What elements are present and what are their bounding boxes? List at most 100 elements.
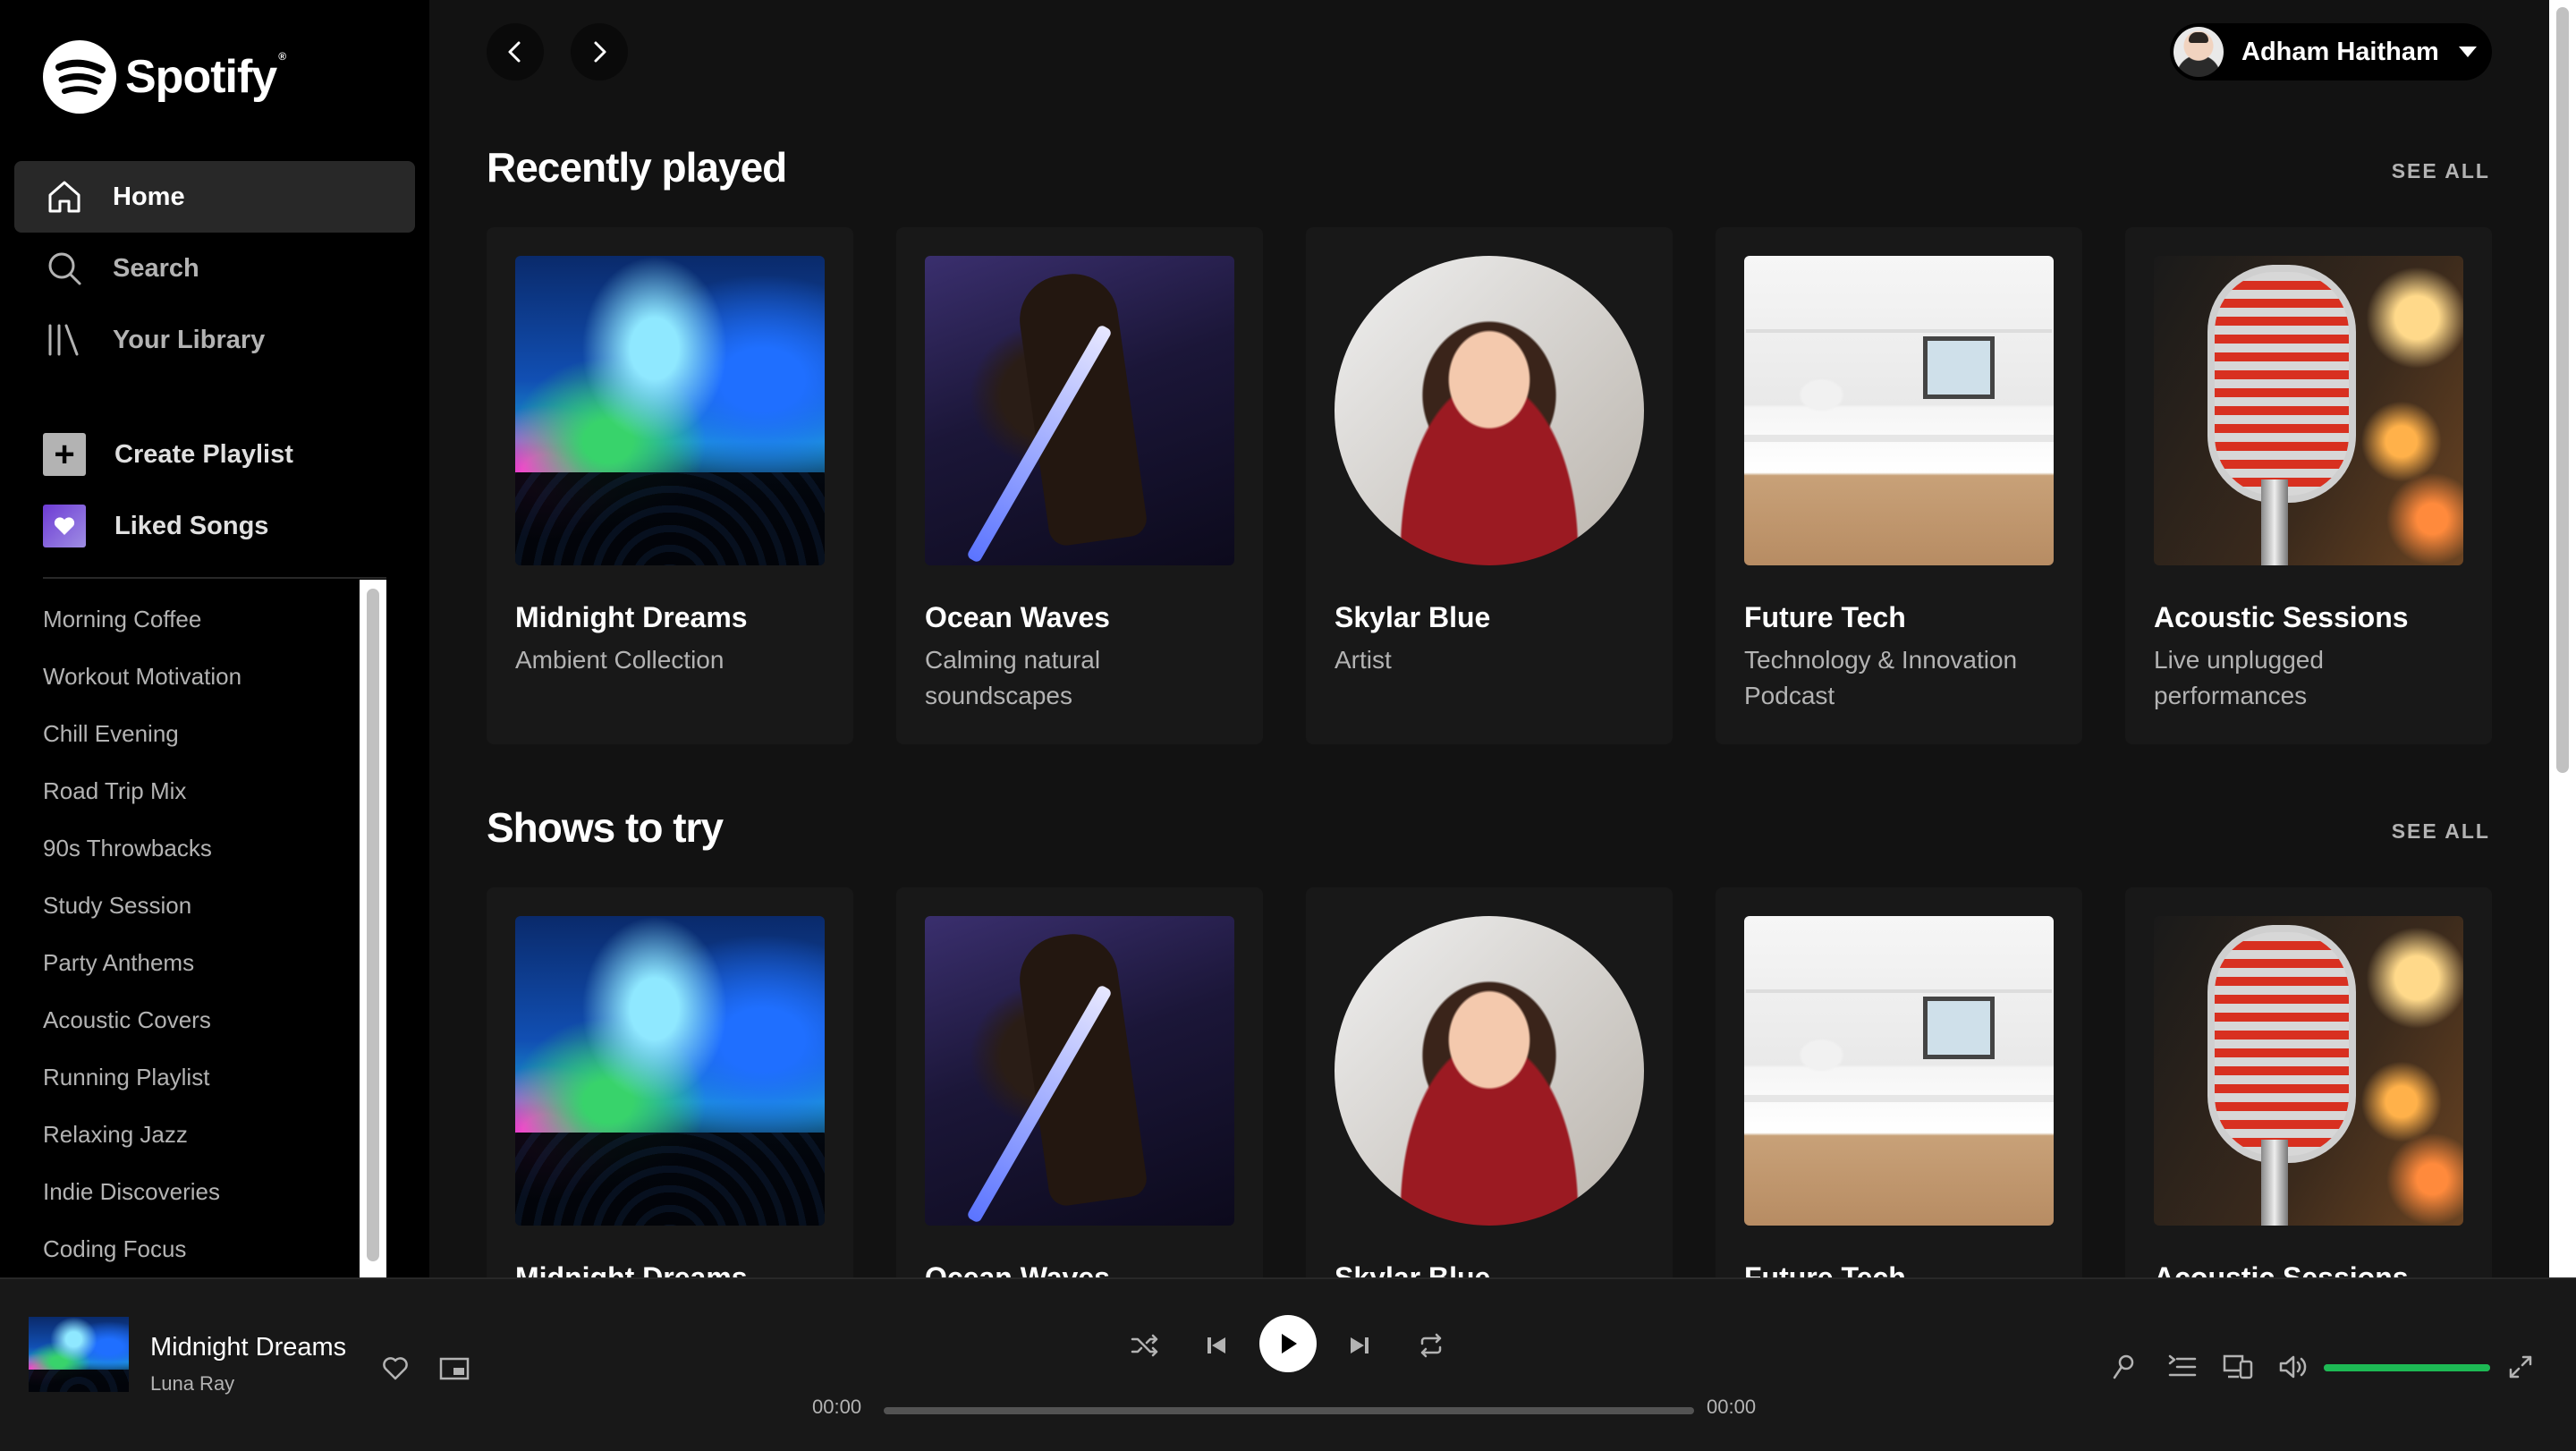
card-title: Future Tech xyxy=(1744,1261,1906,1277)
media-card[interactable]: Future Tech xyxy=(1716,887,2082,1277)
card-title: Skylar Blue xyxy=(1335,1261,1491,1277)
shuffle-button[interactable] xyxy=(1129,1329,1161,1362)
progress-bar[interactable] xyxy=(884,1407,1694,1414)
devices-icon xyxy=(2223,1354,2253,1379)
volume-slider[interactable] xyxy=(2324,1364,2490,1371)
see-all-recently-played[interactable]: SEE ALL xyxy=(2392,159,2490,183)
liked-songs-button[interactable]: Liked Songs xyxy=(43,490,401,562)
card-subtitle: Ambient Collection xyxy=(515,646,724,674)
spotify-logo-icon xyxy=(43,40,116,114)
playlist-item[interactable]: Acoustic Covers xyxy=(43,991,356,1048)
picture-in-picture-icon xyxy=(439,1357,470,1380)
playlist-item[interactable]: Chill Evening xyxy=(43,705,356,762)
playlist-item[interactable]: 90s Throwbacks xyxy=(43,819,356,877)
playlist-item[interactable]: Indie Discoveries xyxy=(43,1163,356,1220)
sidebar-scrollbar[interactable] xyxy=(360,580,386,1277)
main-scrollbar-thumb[interactable] xyxy=(2556,7,2569,773)
queue-icon xyxy=(2168,1354,2197,1377)
section-title-shows-to-try: Shows to try xyxy=(487,804,724,851)
nav-search[interactable]: Search xyxy=(14,233,415,304)
spotify-logo[interactable]: Spotify ® xyxy=(43,39,286,115)
library-icon xyxy=(45,320,84,360)
devices-button[interactable] xyxy=(2222,1351,2254,1383)
now-playing-artwork[interactable] xyxy=(29,1317,129,1392)
next-button[interactable] xyxy=(1343,1329,1376,1362)
now-playing-title[interactable]: Midnight Dreams xyxy=(150,1333,346,1362)
create-playlist-button[interactable]: + Create Playlist xyxy=(43,419,401,490)
card-subtitle: Live unplugged performances xyxy=(2154,646,2324,709)
search-icon xyxy=(45,249,84,288)
nav-home-label: Home xyxy=(113,182,185,211)
playlist-item[interactable]: Road Trip Mix xyxy=(43,762,356,819)
shows-to-try-row: Midnight Dreams Ocean Waves Skylar Blue … xyxy=(487,887,2492,1277)
playlist-list: Morning Coffee Workout Motivation Chill … xyxy=(43,590,356,1277)
playlist-item[interactable]: Morning Coffee xyxy=(43,590,356,648)
create-playlist-label: Create Playlist xyxy=(114,439,293,469)
fullscreen-button[interactable] xyxy=(2504,1351,2537,1383)
card-subtitle: Artist xyxy=(1335,646,1392,674)
media-card[interactable]: Acoustic Sessions xyxy=(2125,887,2492,1277)
card-artwork xyxy=(1744,256,2054,565)
media-card[interactable]: Skylar Blue Artist xyxy=(1306,227,1673,744)
miniplayer-button[interactable] xyxy=(438,1353,470,1385)
volume-icon xyxy=(2279,1355,2307,1379)
card-title: Future Tech xyxy=(1744,601,1906,633)
skip-back-icon xyxy=(1208,1337,1225,1353)
card-title: Acoustic Sessions xyxy=(2154,601,2409,633)
card-title: Acoustic Sessions xyxy=(2154,1261,2409,1277)
media-card[interactable]: Acoustic Sessions Live unplugged perform… xyxy=(2125,227,2492,744)
media-card[interactable]: Midnight Dreams xyxy=(487,887,853,1277)
like-button[interactable] xyxy=(379,1353,411,1385)
chevron-left-icon xyxy=(508,41,521,63)
media-card[interactable]: Midnight Dreams Ambient Collection xyxy=(487,227,853,744)
playlist-item[interactable]: Workout Motivation xyxy=(43,648,356,705)
playlist-item[interactable]: Study Session xyxy=(43,877,356,934)
media-card[interactable]: Ocean Waves Calming natural soundscapes xyxy=(896,227,1263,744)
card-artwork xyxy=(1744,916,2054,1226)
playlist-item[interactable]: Relaxing Jazz xyxy=(43,1106,356,1163)
media-card[interactable]: Future Tech Technology & Innovation Podc… xyxy=(1716,227,2082,744)
nav-search-label: Search xyxy=(113,253,199,283)
main-nav: Home Search Your Library xyxy=(14,161,415,376)
microphone-icon xyxy=(2113,1354,2134,1379)
card-subtitle: Technology & Innovation Podcast xyxy=(1744,646,2018,709)
card-title: Midnight Dreams xyxy=(515,1261,748,1277)
user-menu[interactable]: Adham Haitham xyxy=(2170,23,2492,81)
skip-forward-icon xyxy=(1351,1337,1368,1353)
see-all-shows-to-try[interactable]: SEE ALL xyxy=(2392,819,2490,844)
playlist-item[interactable]: Coding Focus xyxy=(43,1220,356,1277)
queue-button[interactable] xyxy=(2166,1351,2199,1383)
card-title: Skylar Blue xyxy=(1335,601,1491,633)
forward-button[interactable] xyxy=(571,23,628,81)
card-artwork xyxy=(2154,256,2463,565)
avatar xyxy=(2174,27,2224,77)
shuffle-icon xyxy=(1131,1334,1158,1357)
chevron-right-icon xyxy=(594,41,606,63)
sidebar-scrollbar-thumb[interactable] xyxy=(367,589,379,1261)
previous-button[interactable] xyxy=(1200,1329,1233,1362)
play-icon xyxy=(1282,1334,1297,1353)
player-bar: Midnight Dreams Luna Ray 00:00 00:00 xyxy=(0,1277,2576,1451)
user-name: Adham Haitham xyxy=(2241,37,2439,66)
repeat-button[interactable] xyxy=(1415,1329,1447,1362)
media-card[interactable]: Ocean Waves xyxy=(896,887,1263,1277)
volume-slider-fill xyxy=(2324,1364,2490,1371)
playlist-item[interactable]: Running Playlist xyxy=(43,1048,356,1106)
nav-library[interactable]: Your Library xyxy=(14,304,415,376)
sidebar-actions: + Create Playlist Liked Songs xyxy=(43,419,401,562)
card-artwork xyxy=(515,916,825,1226)
main-scrollbar[interactable] xyxy=(2549,0,2576,1277)
card-artwork xyxy=(1335,916,1644,1226)
volume-button[interactable] xyxy=(2277,1351,2309,1383)
nav-home[interactable]: Home xyxy=(14,161,415,233)
card-title: Ocean Waves xyxy=(925,1261,1110,1277)
back-button[interactable] xyxy=(487,23,544,81)
card-artwork xyxy=(925,916,1234,1226)
card-artwork xyxy=(925,256,1234,565)
card-artwork xyxy=(1335,256,1644,565)
now-playing-artist[interactable]: Luna Ray xyxy=(150,1372,234,1396)
lyrics-button[interactable] xyxy=(2107,1351,2140,1383)
playlist-item[interactable]: Party Anthems xyxy=(43,934,356,991)
play-button[interactable] xyxy=(1259,1315,1317,1372)
media-card[interactable]: Skylar Blue xyxy=(1306,887,1673,1277)
